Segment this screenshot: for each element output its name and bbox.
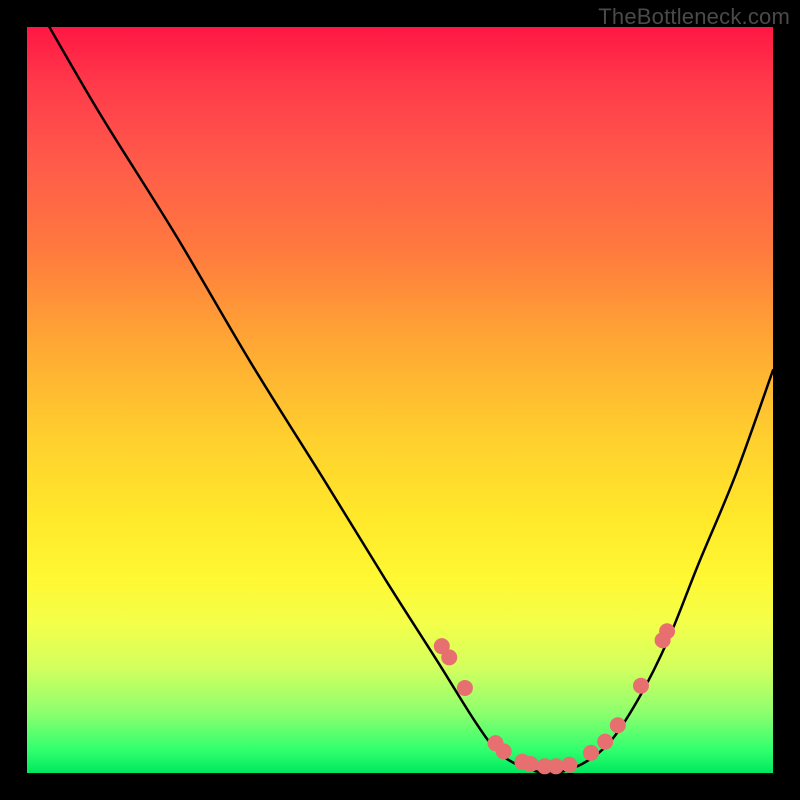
curve-layer [27, 27, 773, 773]
curve-marker [457, 680, 473, 696]
curve-marker [561, 757, 577, 773]
bottleneck-curve [49, 27, 773, 773]
curve-marker [610, 717, 626, 733]
curve-marker [583, 745, 599, 761]
curve-marker [441, 649, 457, 665]
chart-frame: TheBottleneck.com [0, 0, 800, 800]
curve-marker [633, 678, 649, 694]
curve-marker [659, 623, 675, 639]
curve-marker [597, 734, 613, 750]
curve-marker [496, 743, 512, 759]
curve-marker [523, 756, 539, 772]
